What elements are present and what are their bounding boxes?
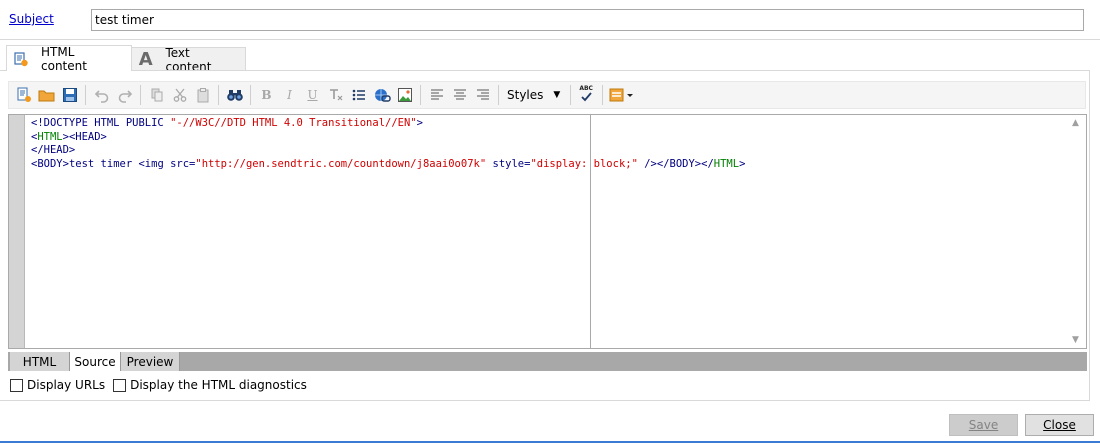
editor-toolbar: B I U Styles ▼ ABC xyxy=(8,81,1086,109)
align-right-icon[interactable] xyxy=(471,84,494,106)
paste-icon[interactable] xyxy=(191,84,214,106)
code-line-1: <!DOCTYPE HTML PUBLIC "-//W3C//DTD HTML … xyxy=(31,117,423,129)
save-disk-icon[interactable] xyxy=(58,84,81,106)
save-button[interactable]: Save xyxy=(949,414,1018,436)
redo-icon[interactable] xyxy=(113,84,136,106)
link-icon[interactable] xyxy=(370,84,393,106)
code-token: > xyxy=(739,157,746,170)
undo-icon[interactable] xyxy=(90,84,113,106)
code-token: "http://gen.sendtric.com/countdown/j8aai… xyxy=(195,157,487,170)
code-token: HTML xyxy=(37,130,63,143)
subject-link[interactable]: Subject xyxy=(9,12,54,26)
chevron-down-icon: ▼ xyxy=(553,90,561,100)
copy-icon[interactable] xyxy=(145,84,168,106)
tab-html-content[interactable]: HTML content xyxy=(6,44,132,73)
tab-html-view[interactable]: HTML xyxy=(10,352,70,371)
content-tabs: HTML content A Text content xyxy=(0,44,1100,74)
vertical-scrollbar[interactable]: ▲ ▼ xyxy=(1069,115,1086,348)
code-line-3: </HEAD> xyxy=(31,144,75,156)
view-mode-bar: HTML Source Preview xyxy=(8,352,1087,371)
find-binoculars-icon[interactable] xyxy=(223,84,246,106)
scroll-down-icon[interactable]: ▼ xyxy=(1072,335,1079,345)
code-token: "-//W3C//DTD HTML 4.0 Transitional//EN" xyxy=(170,117,417,129)
display-urls-label[interactable]: Display URLs xyxy=(27,378,105,392)
code-token: <BODY> xyxy=(31,157,69,170)
editor-panel: B I U Styles ▼ ABC <!DOCTYPE HTML PUBLIC… xyxy=(0,71,1090,401)
tab-text-content[interactable]: A Text content xyxy=(132,46,246,74)
code-token: "display: block;" xyxy=(530,157,638,170)
toolbar-separator xyxy=(420,85,421,105)
html-content-icon xyxy=(13,51,29,67)
display-diagnostics-label[interactable]: Display the HTML diagnostics xyxy=(130,378,307,392)
toolbar-separator xyxy=(140,85,141,105)
code-token: /></BODY></ xyxy=(637,157,714,170)
close-button[interactable]: Close xyxy=(1025,414,1094,436)
editor-gutter xyxy=(9,115,25,348)
styles-dropdown[interactable]: Styles ▼ xyxy=(503,84,564,106)
dialog-footer: Save Close xyxy=(0,401,1100,443)
subject-row: Subject xyxy=(0,0,1100,40)
toolbar-separator xyxy=(602,85,604,105)
underline-icon[interactable]: U xyxy=(301,84,324,106)
source-code: <!DOCTYPE HTML PUBLIC "-//W3C//DTD HTML … xyxy=(31,117,745,171)
toolbar-separator xyxy=(85,85,86,105)
styles-label: Styles xyxy=(507,88,544,102)
italic-icon[interactable]: I xyxy=(278,84,301,106)
display-diagnostics-checkbox[interactable] xyxy=(113,378,127,392)
toolbar-separator xyxy=(218,85,219,105)
code-token: <img src= xyxy=(132,157,196,170)
clear-format-icon[interactable] xyxy=(324,84,347,106)
align-center-icon[interactable] xyxy=(448,84,471,106)
tab-html-content-label: HTML content xyxy=(41,44,87,73)
spellcheck-icon[interactable]: ABC xyxy=(575,84,598,106)
code-token: > xyxy=(416,117,423,129)
toolbar-separator xyxy=(250,85,251,105)
bullet-list-icon[interactable] xyxy=(347,84,370,106)
options-row: Display URLs Display the HTML diagnostic… xyxy=(10,377,315,393)
new-icon[interactable] xyxy=(12,84,35,106)
code-token: <!DOCTYPE HTML PUBLIC xyxy=(31,117,171,129)
text-content-icon: A xyxy=(138,49,153,70)
print-margin-line xyxy=(590,115,591,348)
code-line-2: <HTML><HEAD> xyxy=(31,131,107,143)
subject-input[interactable] xyxy=(91,9,1084,31)
code-token: ><HEAD> xyxy=(62,130,107,143)
code-token: HTML xyxy=(713,157,740,170)
bold-icon[interactable]: B xyxy=(255,84,278,106)
toolbar-separator xyxy=(570,85,572,105)
code-token: </HEAD> xyxy=(31,144,76,157)
code-line-4: <BODY>test timer <img src="http://gen.se… xyxy=(31,158,745,170)
cut-icon[interactable] xyxy=(168,84,191,106)
scroll-up-icon[interactable]: ▲ xyxy=(1072,118,1079,128)
open-folder-icon[interactable] xyxy=(35,84,58,106)
display-urls-checkbox[interactable] xyxy=(10,378,23,392)
code-token: style= xyxy=(486,157,531,170)
code-token: test timer xyxy=(68,157,133,170)
align-left-icon[interactable] xyxy=(425,84,448,106)
tab-source-view[interactable]: Source xyxy=(70,352,121,371)
toolbar-separator xyxy=(498,85,499,105)
personalization-icon[interactable] xyxy=(607,84,637,106)
tab-preview-view[interactable]: Preview xyxy=(121,352,180,371)
email-editor-window: Subject HTML content A Text content xyxy=(0,0,1100,443)
image-icon[interactable] xyxy=(393,84,416,106)
source-editor[interactable]: <!DOCTYPE HTML PUBLIC "-//W3C//DTD HTML … xyxy=(8,114,1087,349)
